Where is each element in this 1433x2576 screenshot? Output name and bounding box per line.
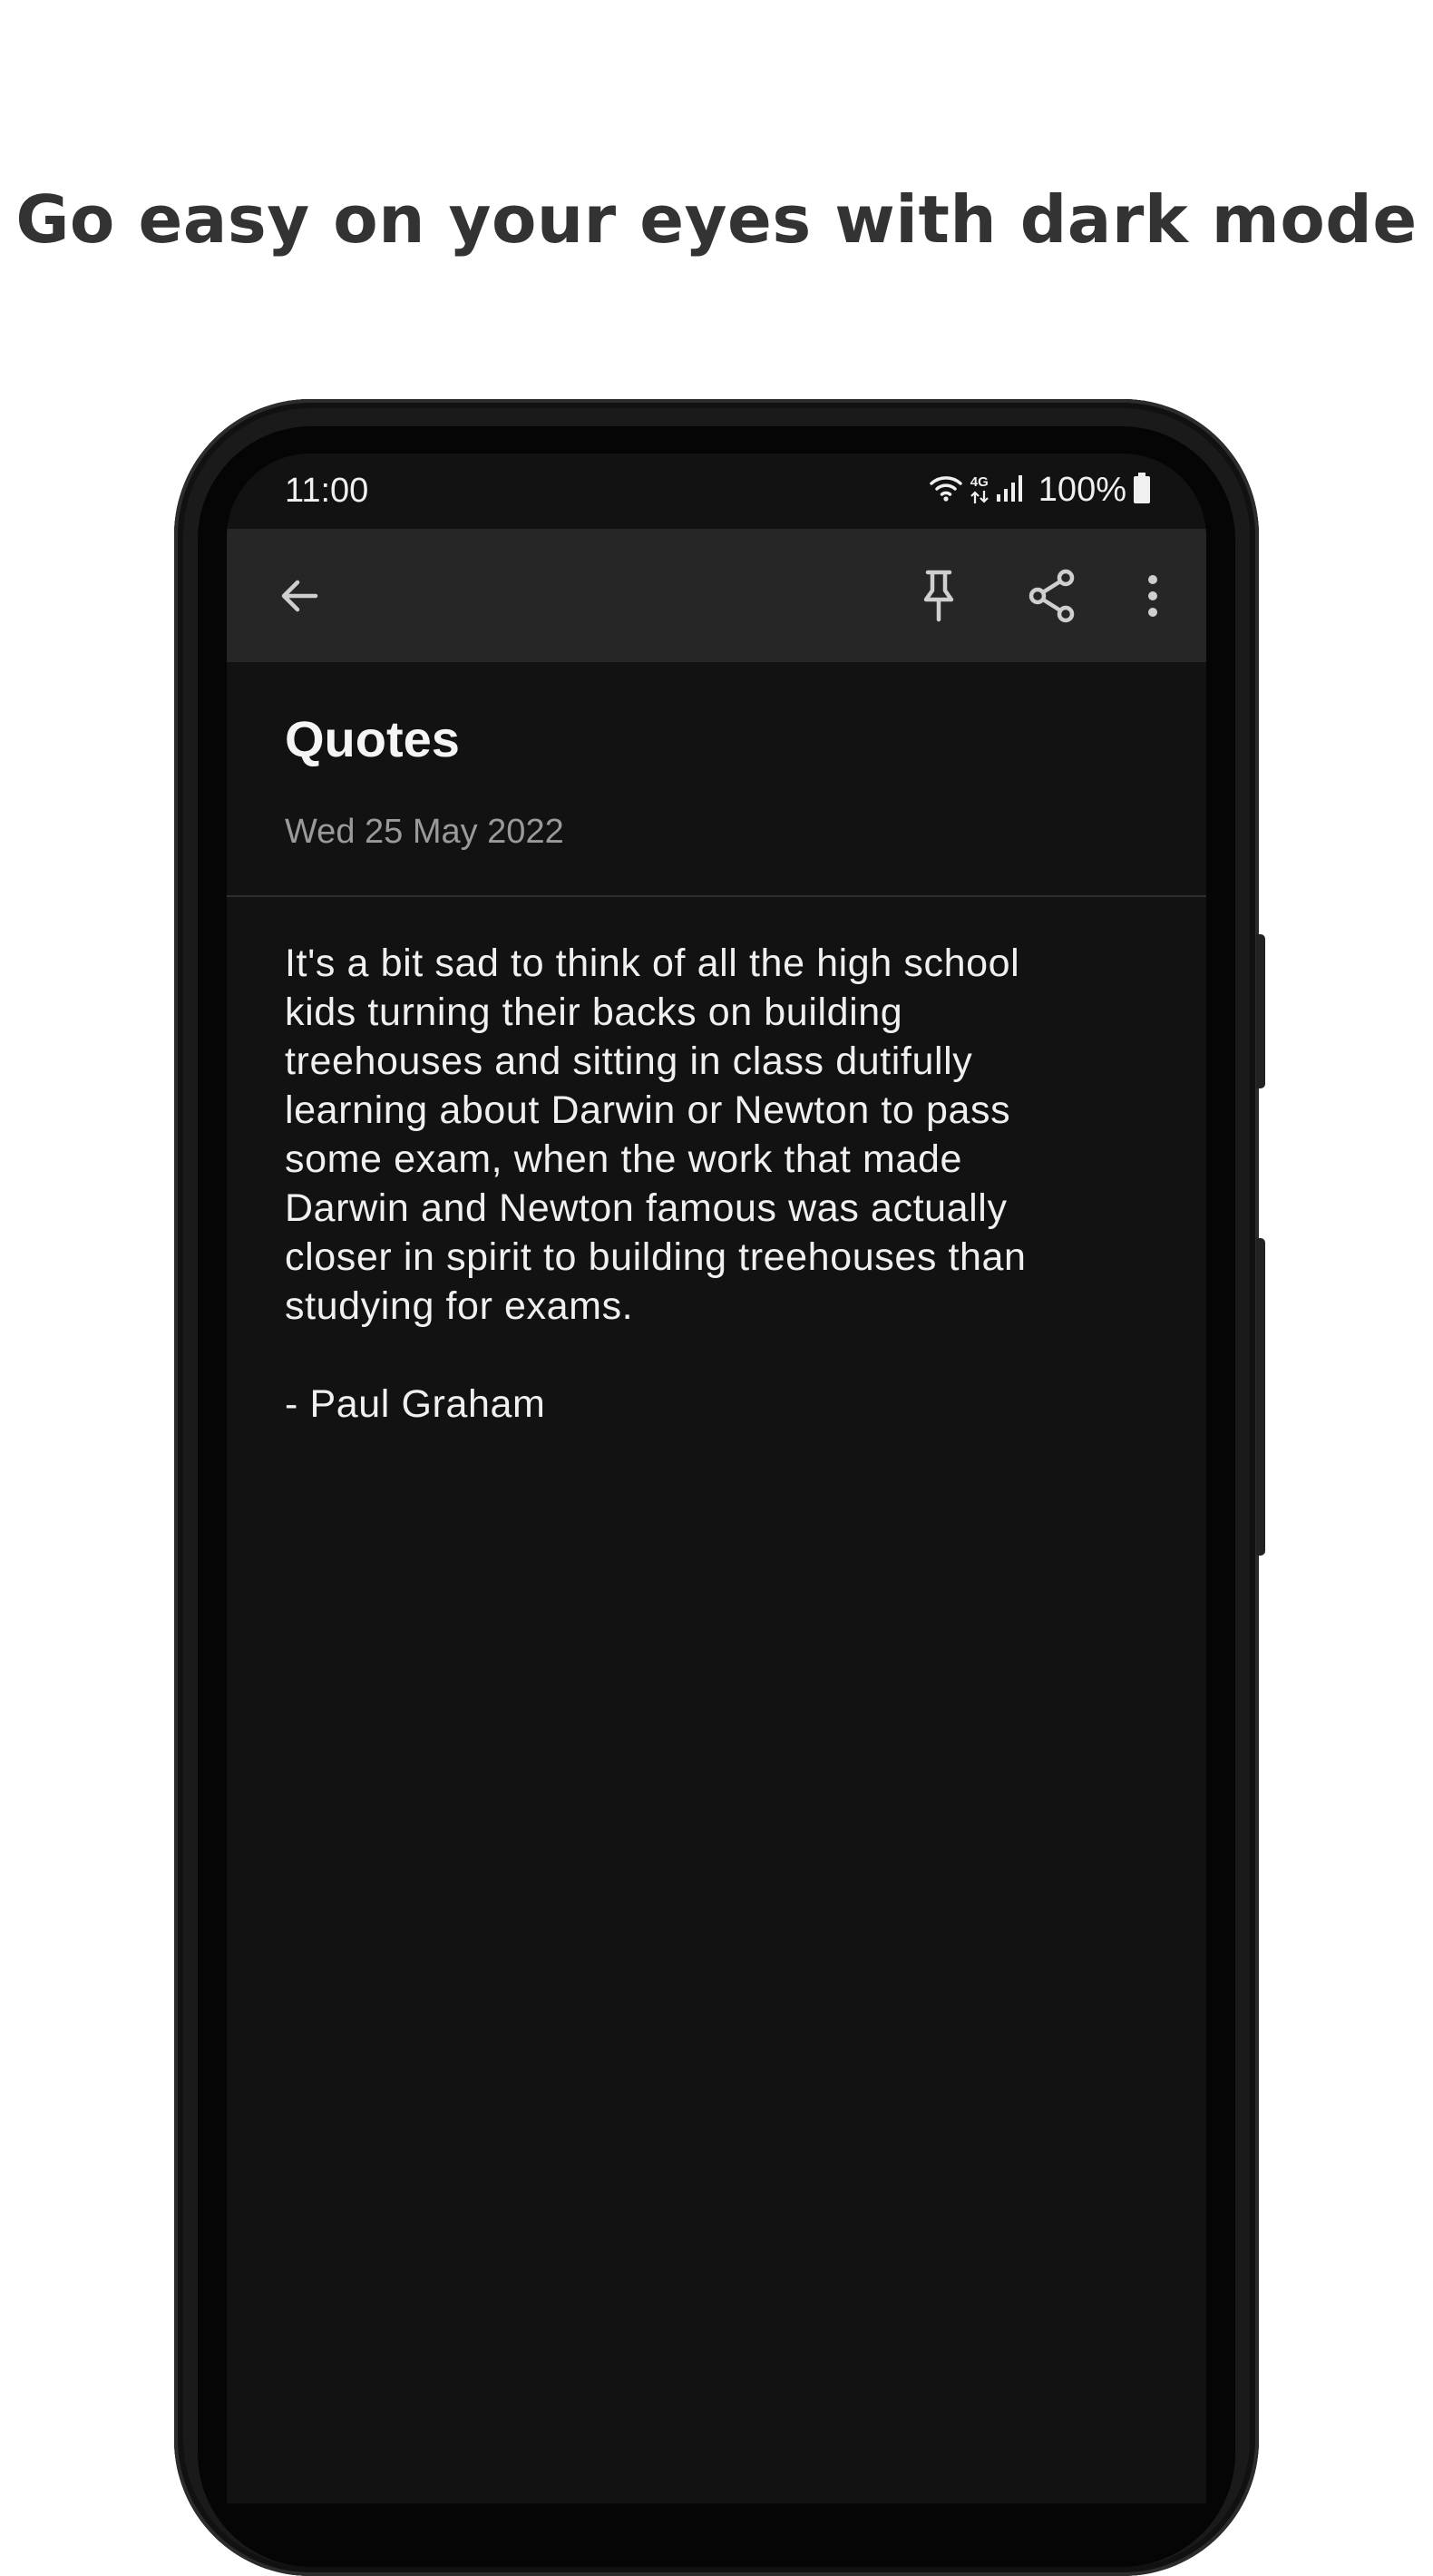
back-button[interactable] (265, 561, 334, 630)
signal-icon (995, 473, 1028, 508)
status-time: 11:00 (285, 472, 369, 510)
status-icons: 4G 100% (928, 470, 1152, 510)
mobile-data-icon: 4G (970, 475, 989, 504)
network-type-label: 4G (970, 474, 989, 490)
divider (227, 895, 1206, 897)
more-vert-icon (1148, 575, 1157, 617)
battery-percent: 100% (1038, 470, 1126, 509)
note-date: Wed 25 May 2022 (285, 813, 564, 851)
power-button (1256, 1238, 1265, 1556)
battery-icon (1132, 472, 1152, 509)
back-arrow-icon (281, 580, 318, 612)
share-icon (1028, 569, 1075, 623)
wifi-icon (928, 473, 964, 508)
note-body[interactable]: It's a bit sad to think of all the high … (285, 939, 1155, 1429)
pin-button[interactable] (904, 561, 973, 630)
share-button[interactable] (1018, 561, 1087, 630)
note-title[interactable]: Quotes (285, 709, 460, 768)
status-bar: 11:00 4G 100% (227, 454, 1206, 529)
pin-icon (923, 570, 954, 622)
phone-screen: 11:00 4G 100% Quotes Wed 25 May 2022 It'… (227, 454, 1206, 2503)
volume-button (1256, 934, 1265, 1088)
more-options-button[interactable] (1118, 561, 1187, 630)
headline: Go easy on your eyes with dark mode (15, 181, 1418, 258)
app-toolbar (227, 529, 1206, 662)
